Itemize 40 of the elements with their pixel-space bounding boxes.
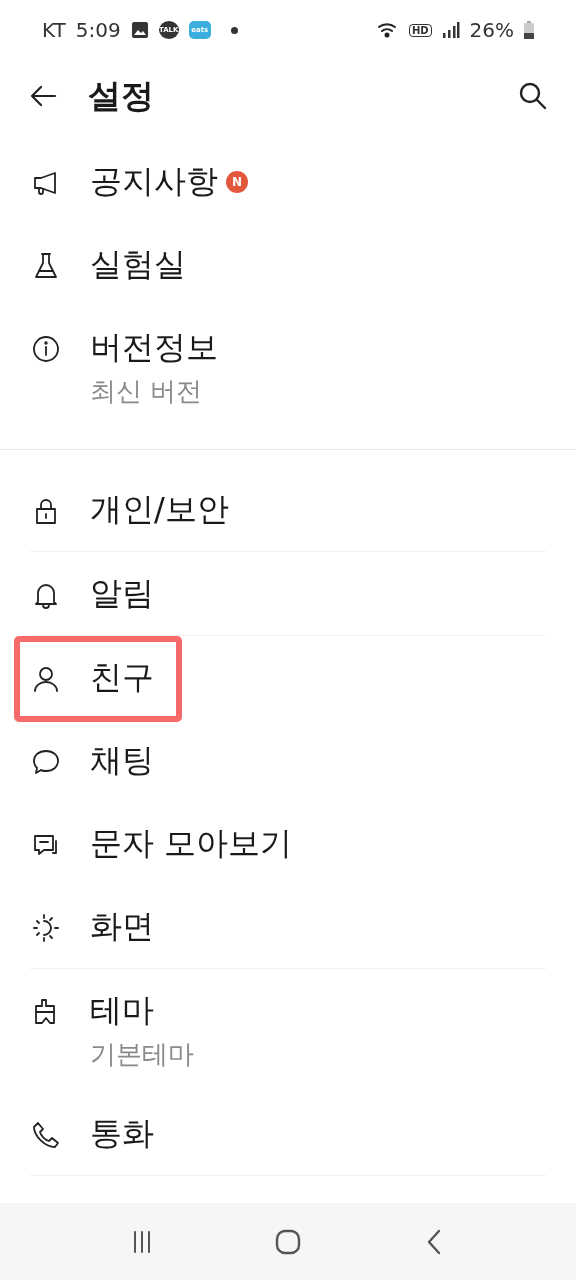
item-label: 알림 — [90, 573, 154, 614]
settings-item[interactable]: 화면 — [0, 885, 576, 968]
more-notifications-icon — [230, 26, 238, 34]
settings-item[interactable]: 채팅 — [0, 719, 576, 802]
settings-item[interactable]: 문자 모아보기 — [0, 802, 576, 885]
battery-percent: 26% — [469, 18, 514, 42]
sun-icon — [30, 912, 62, 944]
settings-item[interactable]: 테마 기본테마 — [0, 969, 576, 1092]
settings-item[interactable]: 공지사항 N — [0, 140, 576, 223]
battery-icon — [524, 21, 534, 39]
search-button[interactable] — [518, 81, 548, 111]
item-label: 개인/보안 — [90, 489, 229, 530]
clock-time: 5:09 — [75, 18, 121, 42]
settings-item[interactable]: 친구 — [0, 636, 576, 719]
wifi-icon — [376, 21, 399, 39]
item-label: 화면 — [90, 906, 154, 947]
item-label: 버전정보 — [90, 327, 218, 368]
signal-icon — [441, 21, 460, 39]
settings-item[interactable]: 개인/보안 — [0, 468, 576, 551]
item-sublabel: 기본테마 — [90, 1038, 194, 1071]
item-label: 테마 — [90, 990, 154, 1031]
item-label: 채팅 — [90, 740, 154, 781]
item-label: 실험실 — [90, 244, 186, 285]
info-icon — [30, 333, 62, 365]
page-title: 설정 — [88, 74, 155, 117]
settings-item[interactable]: 실험실 — [0, 223, 576, 306]
item-label: 통화 — [90, 1113, 154, 1154]
home-button[interactable] — [274, 1227, 302, 1256]
phone-icon — [30, 1119, 62, 1151]
settings-item[interactable]: 통화 — [0, 1092, 576, 1175]
carrier-name: KT — [42, 18, 66, 42]
hd-voice-icon: HD — [408, 23, 432, 37]
item-label: 문자 모아보기 — [90, 823, 293, 864]
gallery-icon — [130, 21, 149, 39]
new-badge: N — [226, 170, 248, 193]
settings-item[interactable]: 버전정보 최신 버전 — [0, 306, 576, 429]
settings-item[interactable]: 알림 — [0, 552, 576, 635]
item-label: 친구 — [90, 657, 154, 698]
item-sublabel: 최신 버전 — [90, 375, 204, 408]
item-label: 공지사항 — [90, 161, 218, 202]
